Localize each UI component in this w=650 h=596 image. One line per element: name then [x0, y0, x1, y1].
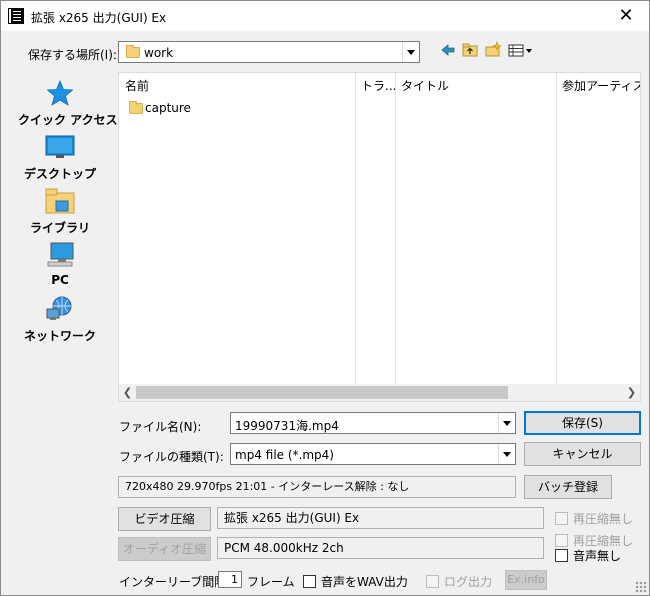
column-header-title[interactable]: タイトル: [395, 73, 555, 99]
log-output-checkbox[interactable]: ログ出力: [426, 573, 492, 590]
chevron-down-icon[interactable]: [498, 413, 515, 433]
new-folder-button[interactable]: [484, 41, 502, 59]
recompress-video-checkbox[interactable]: 再圧縮無し: [555, 510, 633, 527]
no-audio-checkbox[interactable]: 音声無し: [555, 547, 621, 564]
audio-codec-box: PCM 48.000kHz 2ch: [217, 537, 544, 559]
quick-access-star-icon: [46, 79, 74, 106]
place-desktop[interactable]: デスクトップ: [18, 133, 102, 182]
checkbox-label: ログ出力: [444, 575, 493, 589]
video-codec-box: 拡張 x265 出力(GUI) Ex: [217, 507, 544, 529]
checkbox-box: [426, 575, 439, 588]
column-header-artist[interactable]: 参加アーティスト: [556, 73, 640, 99]
new-folder-icon: [485, 41, 502, 57]
view-menu-icon: [508, 44, 532, 57]
place-pc[interactable]: PC: [18, 241, 102, 287]
chevron-down-icon[interactable]: [498, 444, 515, 464]
location-value: work: [144, 46, 174, 60]
filetype-label: ファイルの種類(T):: [119, 450, 224, 464]
wav-output-checkbox[interactable]: 音声をWAV出力: [303, 573, 408, 590]
cancel-button[interactable]: キャンセル: [524, 442, 641, 466]
column-divider[interactable]: [556, 73, 557, 383]
scrollbar-thumb[interactable]: [136, 386, 508, 399]
column-divider[interactable]: [395, 73, 396, 383]
interleave-input[interactable]: 1: [218, 571, 242, 588]
app-icon: [8, 8, 24, 24]
interleave-unit: フレーム: [247, 575, 295, 589]
library-icon: [45, 188, 75, 214]
video-compression-button[interactable]: ビデオ圧縮: [118, 507, 211, 531]
folder-icon: [126, 45, 140, 58]
checkbox-box: [555, 512, 568, 525]
up-folder-icon: [462, 43, 478, 57]
chevron-down-icon[interactable]: [402, 42, 419, 62]
desktop-icon: [45, 135, 75, 158]
places-bar: クイック アクセス デスクトップ ライブラリ PC ネットワーク: [18, 72, 118, 397]
checkbox-label: 音声をWAV出力: [321, 575, 408, 589]
scroll-left-icon[interactable]: ❮: [119, 385, 136, 400]
location-combobox[interactable]: work: [118, 41, 420, 63]
view-menu-button[interactable]: [507, 41, 535, 59]
network-icon: [46, 296, 72, 320]
file-name: capture: [145, 101, 191, 115]
filename-input[interactable]: 19990731海.mp4: [235, 417, 339, 434]
checkbox-box: [303, 575, 316, 588]
save-dialog: 拡張 x265 出力(GUI) Ex ✕ 保存する場所(I): work クイッ…: [0, 0, 650, 596]
ex-info-button[interactable]: Ex.info: [505, 570, 547, 590]
place-network[interactable]: ネットワーク: [18, 295, 102, 344]
up-folder-button[interactable]: [461, 41, 479, 59]
column-header-name[interactable]: 名前: [119, 73, 355, 99]
back-arrow-icon: [441, 44, 455, 56]
checkbox-box: [555, 534, 568, 547]
file-list[interactable]: ⌃ 名前 トラ... タイトル 参加アーティスト capture ❮ ❯: [118, 72, 641, 402]
location-label: 保存する場所(I):: [28, 48, 117, 62]
place-label: ネットワーク: [23, 329, 96, 343]
horizontal-scrollbar[interactable]: ❮ ❯: [119, 384, 640, 401]
back-button[interactable]: [439, 41, 457, 59]
place-label: ライブラリ: [29, 221, 90, 235]
save-button[interactable]: 保存(S): [524, 411, 641, 435]
pc-icon: [47, 242, 74, 267]
resize-grip-icon[interactable]: [635, 581, 647, 593]
filename-combobox[interactable]: 19990731海.mp4: [230, 412, 516, 434]
title-bar: 拡張 x265 出力(GUI) Ex ✕: [1, 1, 649, 31]
interleave-label: インターリーブ間隔 :: [119, 575, 235, 589]
scroll-right-icon[interactable]: ❯: [623, 385, 640, 400]
batch-register-button[interactable]: バッチ登録: [524, 475, 612, 499]
audio-compression-button[interactable]: オーディオ圧縮: [118, 537, 211, 561]
filetype-select[interactable]: mp4 file (*.mp4): [230, 443, 516, 465]
folder-icon: [129, 101, 143, 114]
place-library[interactable]: ライブラリ: [18, 187, 102, 236]
place-quick-access[interactable]: クイック アクセス: [18, 79, 118, 128]
checkbox-label: 再圧縮無し: [573, 512, 634, 526]
close-button[interactable]: ✕: [603, 1, 649, 31]
place-label: デスクトップ: [23, 167, 96, 181]
column-header-track[interactable]: トラ...: [355, 73, 395, 99]
place-label: クイック アクセス: [18, 113, 118, 127]
place-label: PC: [51, 273, 69, 287]
filename-label: ファイル名(N):: [119, 420, 202, 434]
checkbox-box: [555, 549, 568, 562]
window-title: 拡張 x265 出力(GUI) Ex: [31, 11, 167, 25]
checkbox-label: 音声無し: [573, 549, 622, 563]
filetype-value: mp4 file (*.mp4): [235, 448, 334, 462]
column-divider[interactable]: [355, 73, 356, 383]
video-info-box: 720x480 29.970fps 21:01 - インターレース解除 : なし: [118, 476, 516, 498]
